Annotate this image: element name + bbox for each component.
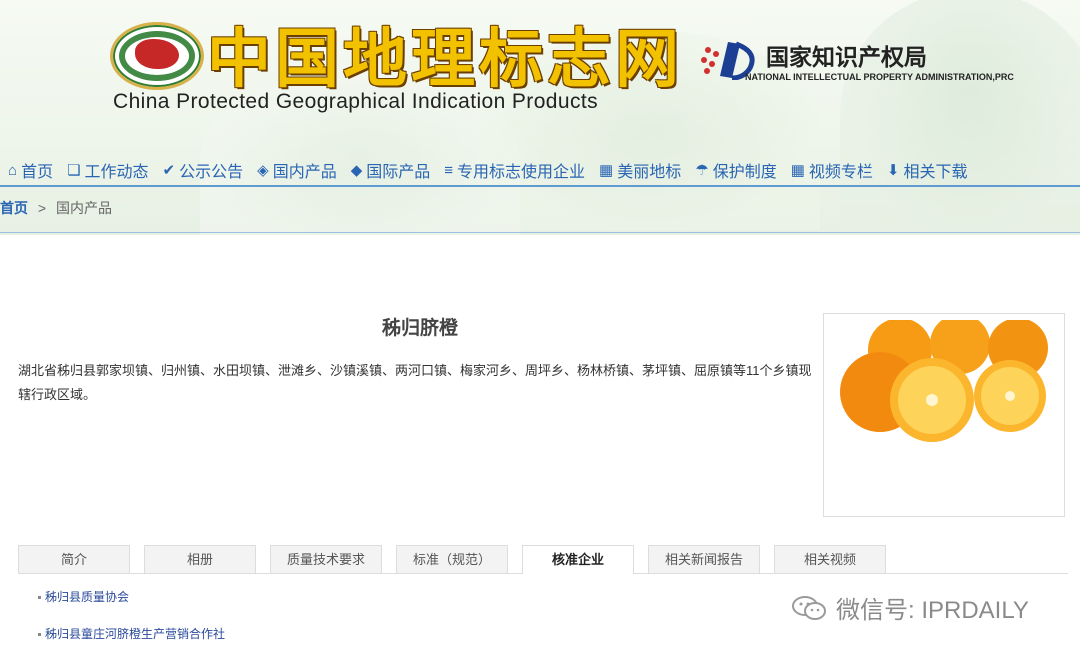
watermark-text: 微信号: IPRDAILY <box>836 597 1029 624</box>
oranges-photo <box>840 320 1048 442</box>
nav-label: 国内产品 <box>272 164 337 181</box>
breadcrumb-current[interactable]: 国内产品 <box>56 200 112 216</box>
nav-label: 公示公告 <box>179 164 244 181</box>
nav-item-work-news[interactable]: ❏ 工作动态 <box>67 155 148 185</box>
breadcrumb-home-link[interactable]: 首页 <box>0 200 28 216</box>
product-description: 湖北省秭归县郭家坝镇、归州镇、水田坝镇、泄滩乡、沙镇溪镇、两河口镇、梅家河乡、周… <box>18 363 812 402</box>
china-map-icon <box>135 39 179 69</box>
main-nav: ⌂ 首页 ❏ 工作动态 ✔ 公示公告 ◈ 国内产品 ◆ 国际产品 ≡ 专用标志使… <box>0 155 1080 187</box>
list-item[interactable]: 秭归县童庄河脐橙生产营销合作社 <box>38 623 225 660</box>
agency-name-en: NATIONAL INTELLECTUAL PROPERTY ADMINISTR… <box>745 72 1014 82</box>
agency-name-cn: 国家知识产权局 <box>766 44 927 71</box>
nav-label: 工作动态 <box>84 164 149 181</box>
nav-label: 专用标志使用企业 <box>457 164 586 181</box>
header-banner: 中国地理标志网 China Protected Geographical Ind… <box>0 0 1080 235</box>
list-item[interactable]: 秭归县质量协会 <box>38 586 225 623</box>
enterprise-list: 秭归县质量协会 秭归县童庄河脐橙生产营销合作社 <box>38 586 225 660</box>
tab-album[interactable]: 相册 <box>144 545 256 573</box>
wechat-watermark: 微信号: IPRDAILY <box>792 590 1029 625</box>
tab-approved-enterprises[interactable]: 核准企业 <box>522 545 634 574</box>
breadcrumb: 首页 > 国内产品 <box>0 198 112 218</box>
nav-label: 首页 <box>21 164 54 181</box>
arrow-down-icon: ⬇ <box>886 162 900 179</box>
tab-quality-requirements[interactable]: 质量技术要求 <box>270 545 382 573</box>
tab-intro[interactable]: 简介 <box>18 545 130 573</box>
site-title-cn[interactable]: 中国地理标志网 <box>207 8 683 100</box>
tab-standards[interactable]: 标准（规范） <box>396 545 508 573</box>
bullet-icon <box>38 633 41 637</box>
mountain-decoration <box>840 0 1080 235</box>
nav-item-downloads[interactable]: ⬇ 相关下载 <box>887 155 968 185</box>
product-title: 秭归脐橙 <box>381 318 458 339</box>
wechat-icon <box>792 595 826 620</box>
site-title-en: China Protected Geographical Indication … <box>113 90 598 113</box>
tab-related-news[interactable]: 相关新闻报告 <box>648 545 760 573</box>
product-image[interactable] <box>823 313 1065 517</box>
gi-emblem-logo <box>110 22 204 90</box>
bullet-icon <box>38 596 41 600</box>
umbrella-icon: ☂ <box>695 162 709 179</box>
breadcrumb-separator: > <box>37 200 47 216</box>
tag-icon: ◆ <box>350 162 363 179</box>
nav-item-home[interactable]: ⌂ 首页 <box>8 155 53 185</box>
breadcrumb-divider <box>0 232 1080 233</box>
nav-item-announcements[interactable]: ✔ 公示公告 <box>163 155 244 185</box>
enterprise-link[interactable]: 秭归县质量协会 <box>45 590 129 604</box>
calendar-icon: ▦ <box>599 162 614 179</box>
tab-related-videos[interactable]: 相关视频 <box>774 545 886 573</box>
nav-item-protection-system[interactable]: ☂ 保护制度 <box>695 155 776 185</box>
list-icon: ≡ <box>444 161 454 179</box>
nav-item-video-column[interactable]: ▦ 视频专栏 <box>791 155 873 185</box>
nav-label: 视频专栏 <box>808 164 873 181</box>
home-icon: ⌂ <box>8 161 18 179</box>
nav-item-domestic-products[interactable]: ◈ 国内产品 <box>257 155 337 185</box>
tag-icon: ◈ <box>257 162 269 179</box>
product-tabs: 简介 相册 质量技术要求 标准（规范） 核准企业 相关新闻报告 相关视频 <box>18 545 1068 574</box>
nav-item-mark-enterprises[interactable]: ≡ 专用标志使用企业 <box>444 155 585 185</box>
nav-label: 美丽地标 <box>617 164 682 181</box>
nav-label: 保护制度 <box>712 164 777 181</box>
nav-item-international-products[interactable]: ◆ 国际产品 <box>351 155 431 185</box>
bookmark-icon: ❏ <box>67 162 81 179</box>
nav-label: 国际产品 <box>366 164 431 181</box>
nav-item-beautiful-landmarks[interactable]: ▦ 美丽地标 <box>599 155 681 185</box>
check-circle-icon: ✔ <box>162 162 176 179</box>
calendar-icon: ▦ <box>790 162 805 179</box>
enterprise-link[interactable]: 秭归县童庄河脐橙生产营销合作社 <box>45 627 225 641</box>
nav-label: 相关下载 <box>903 164 968 181</box>
